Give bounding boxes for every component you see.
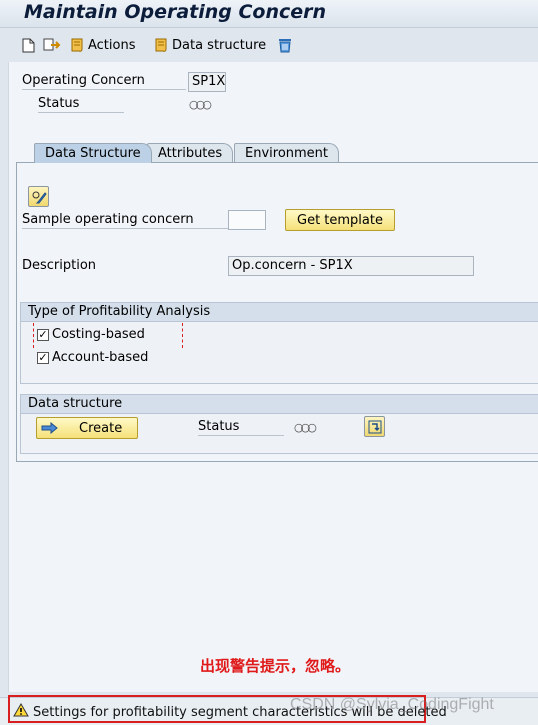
window-title: Maintain Operating Concern: [24, 1, 327, 23]
get-template-button[interactable]: Get template: [285, 209, 395, 231]
description-label: Description: [22, 258, 97, 273]
actions-label: Actions: [88, 37, 136, 53]
create-label: Create: [79, 420, 123, 436]
scroll-icon: [155, 38, 167, 52]
trash-icon: [279, 39, 291, 53]
account-based-label: Account-based: [52, 350, 149, 365]
profitability-analysis-group-title: Type of Profitability Analysis: [21, 303, 538, 322]
edit-button[interactable]: [28, 186, 49, 207]
data-structure-status-icon: ○○○: [294, 421, 317, 434]
title-bar: Maintain Operating Concern: [0, 0, 538, 28]
data-structure-label: Data structure: [172, 37, 267, 53]
data-structure-group-title: Data structure: [21, 395, 538, 414]
edit-pencil-icon: [32, 191, 47, 203]
description-field[interactable]: Op.concern - SP1X: [228, 256, 474, 276]
account-based-checkbox[interactable]: ✓: [37, 352, 49, 364]
change-layout-button[interactable]: [364, 416, 385, 437]
arrow-right-icon: [41, 422, 58, 434]
warning-annotation: 出现警告提示，忽略。: [200, 657, 351, 675]
tab-attributes[interactable]: Attributes: [147, 143, 234, 163]
other-object-icon: [43, 38, 61, 51]
operating-concern-field: SP1X: [188, 72, 226, 92]
tab-data-structure[interactable]: Data Structure: [34, 143, 152, 163]
tab-environment[interactable]: Environment: [234, 143, 340, 163]
new-document-icon: [22, 38, 35, 52]
change-layout-icon: [368, 420, 381, 433]
application-toolbar: Actions Data structure: [0, 30, 538, 60]
sample-operating-concern-label: Sample operating concern: [22, 212, 228, 229]
data-structure-status-label: Status: [198, 419, 284, 436]
new-document-button[interactable]: [22, 35, 35, 55]
delete-button[interactable]: [277, 35, 293, 55]
status-label: Status: [38, 96, 124, 113]
actions-menu-button[interactable]: Actions: [69, 35, 136, 55]
create-button[interactable]: Create: [36, 417, 138, 439]
operating-concern-label: Operating Concern: [22, 73, 186, 90]
sample-operating-concern-input[interactable]: [228, 210, 266, 230]
scroll-icon: [71, 38, 83, 52]
watermark: CSDN @Sylvia_CodingFight: [290, 696, 494, 713]
status-indicator-icon: ○○○: [189, 98, 212, 111]
data-structure-menu-button[interactable]: Data structure: [153, 35, 266, 55]
other-object-button[interactable]: [43, 35, 61, 55]
focus-highlight: [33, 323, 183, 348]
warning-icon: [13, 703, 29, 717]
